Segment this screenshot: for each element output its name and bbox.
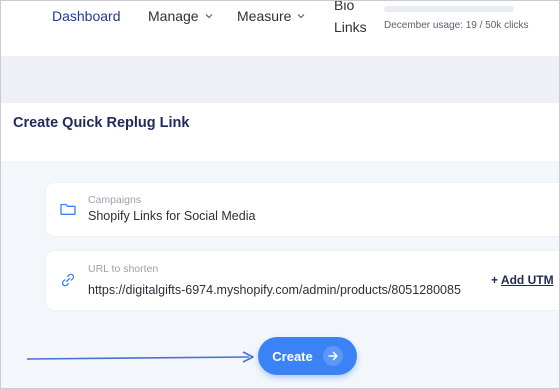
usage-progress-bar [384, 6, 514, 12]
header-spacer [1, 56, 559, 103]
nav-dashboard-label: Dashboard [52, 8, 121, 24]
nav-bio-links[interactable]: Bio Links [334, 1, 367, 38]
usage-text: December usage: 19 / 50k clicks [384, 20, 529, 31]
campaign-value: Shopify Links for Social Media [88, 209, 256, 223]
annotation-arrow-icon [26, 351, 254, 363]
campaign-label: Campaigns [88, 194, 142, 206]
link-icon [61, 273, 75, 287]
nav-measure-label: Measure [237, 8, 292, 24]
create-button[interactable]: Create [258, 337, 357, 375]
url-input[interactable]: https://digitalgifts-6974.myshopify.com/… [88, 283, 477, 301]
url-value: https://digitalgifts-6974.myshopify.com/… [88, 283, 461, 297]
nav-measure[interactable]: Measure [237, 8, 305, 24]
nav-bio-line1: Bio [334, 1, 355, 13]
folder-icon [60, 203, 76, 215]
page-title: Create Quick Replug Link [13, 115, 190, 131]
chevron-down-icon [205, 14, 213, 19]
add-utm-label: Add UTM [500, 273, 554, 287]
create-button-label: Create [272, 348, 313, 364]
add-utm-plus: + [491, 273, 499, 287]
app-frame: Dashboard Manage Measure Bio Links Decem… [1, 1, 559, 388]
url-label: URL to shorten [88, 263, 159, 275]
nav-dashboard[interactable]: Dashboard [52, 8, 121, 24]
nav-bio-line2: Links [334, 19, 367, 35]
chevron-down-icon [298, 14, 305, 19]
arrow-right-icon [322, 346, 343, 366]
nav-manage-label: Manage [148, 8, 199, 24]
url-field[interactable] [46, 251, 559, 310]
top-navigation: Dashboard Manage Measure Bio Links Decem… [1, 1, 559, 56]
add-utm-link[interactable]: + Add UTM [491, 273, 554, 287]
nav-manage[interactable]: Manage [148, 8, 213, 24]
page-header [1, 103, 559, 161]
